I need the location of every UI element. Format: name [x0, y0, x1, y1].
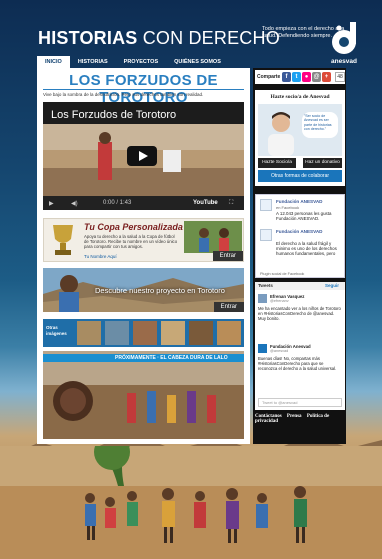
- lalo-banner[interactable]: PRÓXIMAMENTE · EL CABEZA DURA DE LALO: [43, 351, 244, 439]
- tweet-item: Fundación Anesvad @anesvad Buenas días! …: [258, 344, 342, 394]
- otras-label: Otras imágenes: [46, 325, 67, 336]
- trophy-icon: [53, 225, 73, 255]
- fullscreen-icon[interactable]: ⛶: [229, 200, 233, 207]
- lalo-strip: PRÓXIMAMENTE · EL CABEZA DURA DE LALO: [43, 354, 244, 362]
- avatar[interactable]: [258, 344, 267, 353]
- descubre-entrar-button[interactable]: Entrar: [213, 302, 244, 312]
- fb-page-name[interactable]: Fundación ANESVAD: [276, 199, 322, 204]
- person-photo: [268, 112, 294, 156]
- video-controls: ▶ ◀) 0:00 / 1:43 YouTube ⛶: [43, 196, 244, 210]
- main-nav: Inicio Historias Proyectos Quiénes somos: [37, 56, 249, 68]
- intro-text: Vive bajo la sombra de la desnutrición. …: [43, 92, 204, 97]
- hazte-socio-box: Hazte socio/a de Anesvad "Ser socio de A…: [255, 90, 345, 186]
- anesvad-logo-icon: [332, 22, 356, 54]
- email-icon[interactable]: @: [312, 72, 321, 82]
- copa-entrar-button[interactable]: Entrar: [212, 251, 243, 261]
- tweet-handle[interactable]: @efrenanv: [270, 299, 289, 303]
- tweet-handle[interactable]: @anesvad: [270, 349, 288, 353]
- anesvad-logo[interactable]: anesvad: [326, 18, 362, 68]
- tweet-text: Me ha encantado ver a los niños de Torot…: [258, 306, 341, 321]
- main-content: LOS FORZUDOS DE TOROTORO Vive bajo la so…: [37, 68, 250, 444]
- colaborar-button[interactable]: Otras formas de colaborar: [258, 170, 342, 182]
- nav-item-inicio[interactable]: Inicio: [37, 56, 70, 68]
- children-photo: [0, 446, 382, 559]
- play-small-icon[interactable]: ▶: [49, 200, 54, 207]
- fb-post-text: A 12.043 personas les gusta Fundación AN…: [276, 211, 332, 222]
- facebook-item: Fundación ANESVAD El derecho a la salud …: [260, 229, 342, 269]
- avatar[interactable]: [258, 294, 267, 303]
- lalo-strip-text: PRÓXIMAMENTE · EL CABEZA DURA DE LALO: [115, 355, 228, 361]
- site-title-bold: HISTORIAS: [38, 28, 138, 48]
- social-label: Comparte: [257, 74, 281, 80]
- twitter-widget: Tweets Seguir Efrenan Vasquez @efrenanv …: [255, 282, 345, 410]
- promo-quote: "Ser socio de Anesvad es ser parte de hi…: [302, 112, 338, 138]
- copa-title: Tu Copa Personalizada: [84, 222, 183, 232]
- facebook-icon[interactable]: f: [282, 72, 291, 82]
- footer-link-prensa[interactable]: Prensa: [287, 414, 302, 419]
- site-title[interactable]: HISTORIAS CON DERECHO: [38, 28, 280, 49]
- tweet-item: Efrenan Vasquez @efrenanv Me ha encantad…: [258, 294, 342, 338]
- video-player[interactable]: Los Forzudos de Torotoro ▶ ◀) 0:00 / 1:4…: [43, 102, 244, 210]
- lalo-photo: [43, 351, 244, 439]
- twitter-header: Tweets Seguir: [255, 282, 345, 290]
- nav-item-quienes-somos[interactable]: Quiénes somos: [166, 56, 229, 68]
- footer-links: Contáctanos Prensa Política de privacida…: [255, 414, 345, 424]
- video-time: 0:00 / 1:43: [103, 200, 132, 206]
- social-share-bar: Comparte f t ● @ + 48: [255, 70, 345, 84]
- tweet-text: Buenas días! No, compartas más #Historia…: [258, 356, 337, 371]
- sidebar: Comparte f t ● @ + 48 Hazte socio/a de A…: [253, 68, 346, 444]
- nav-item-historias[interactable]: Historias: [70, 56, 116, 68]
- hazte-socio-button[interactable]: Hazte Socio/a: [258, 158, 296, 168]
- logo-text: anesvad: [330, 58, 358, 65]
- site-header: HISTORIAS CON DERECHO Todo empieza con e…: [30, 18, 360, 65]
- fb-page-sub: en Facebook: [276, 205, 300, 210]
- site-title-light: CON DERECHO: [142, 28, 280, 48]
- video-title: Los Forzudos de Torotoro: [51, 109, 177, 121]
- facebook-widget: Fundación ANESVAD en Facebook A 12.043 p…: [255, 194, 345, 278]
- tweets-label: Tweets: [258, 283, 273, 288]
- copa-text: Apoya tu derecho a la salud a la Copa de…: [84, 234, 178, 249]
- twitter-icon[interactable]: t: [292, 72, 301, 82]
- copa-photo: [184, 221, 242, 253]
- hazte-promo: "Ser socio de Anesvad es ser parte de hi…: [258, 104, 342, 156]
- follow-button[interactable]: Seguir: [325, 283, 339, 288]
- volume-icon[interactable]: ◀): [71, 200, 78, 207]
- descubre-banner[interactable]: Descubre nuestro proyecto en Torotoro En…: [43, 268, 244, 312]
- donativo-button[interactable]: Haz un donativo: [303, 158, 342, 168]
- nav-item-proyectos[interactable]: Proyectos: [116, 56, 166, 68]
- facebook-item: Fundación ANESVAD en Facebook A 12.043 p…: [260, 199, 342, 227]
- flickr-icon[interactable]: ●: [302, 72, 311, 82]
- thumbnail-gallery[interactable]: [77, 321, 242, 345]
- title-divider: [43, 89, 244, 90]
- descubre-text: Descubre nuestro proyecto en Torotoro: [95, 286, 225, 295]
- tweet-reply-input[interactable]: Tweet to @anesvad: [258, 398, 342, 407]
- fb-plugin-label: Plugin social de Facebook: [260, 272, 305, 276]
- fb-post-text: El derecho a la salud frágil y minimo es…: [276, 241, 337, 257]
- copa-banner[interactable]: Tu Copa Personalizada Apoya tu derecho a…: [43, 218, 244, 262]
- copa-name-field[interactable]: Tu Nombre Aquí: [84, 254, 117, 259]
- share-count: 48: [335, 72, 345, 82]
- plus-icon[interactable]: +: [322, 72, 331, 82]
- youtube-logo[interactable]: YouTube: [193, 200, 218, 206]
- hazte-title: Hazte socio/a de Anesvad: [270, 94, 330, 100]
- play-button[interactable]: [127, 146, 157, 166]
- fb-page-name[interactable]: Fundación ANESVAD: [276, 229, 322, 234]
- otras-imagenes-strip: Otras imágenes: [43, 319, 244, 347]
- anesvad-small-logo: [260, 229, 272, 241]
- anesvad-small-logo: [260, 199, 272, 211]
